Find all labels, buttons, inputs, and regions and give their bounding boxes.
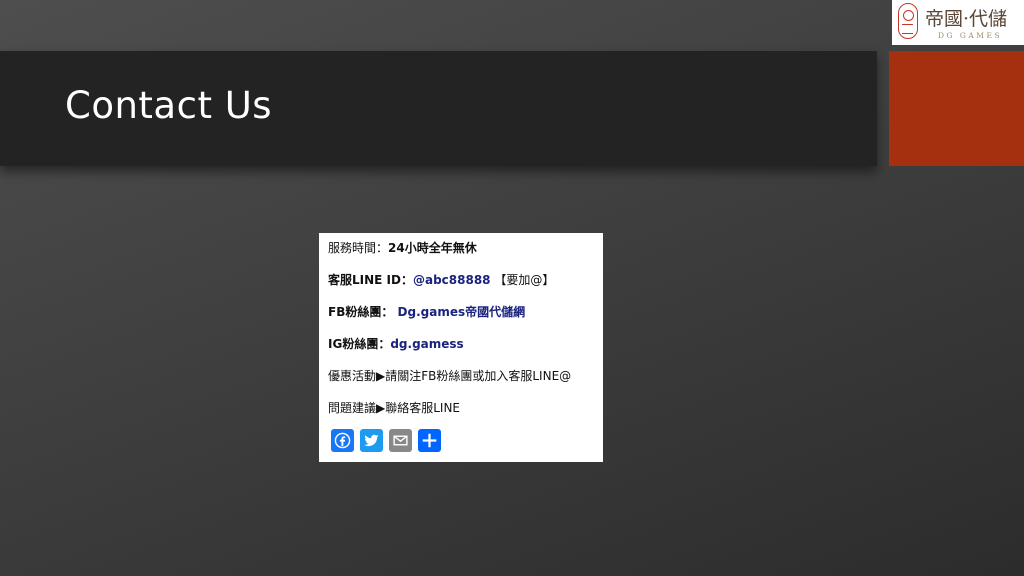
facebook-icon — [334, 432, 351, 449]
email-share-button[interactable] — [389, 429, 412, 452]
ig-page-link[interactable]: dg.gamess — [390, 337, 463, 351]
feedback-line: 問題建議▶聯絡客服LINE — [328, 401, 461, 415]
line-id-note: 【要加@】 — [490, 273, 555, 287]
share-icon — [422, 433, 437, 448]
logo-name: 帝國·代儲 — [925, 8, 1008, 30]
line-id-link[interactable]: @abc88888 — [413, 273, 491, 287]
line-id-line: 客服LINE ID：@abc88888 【要加@】 — [328, 271, 554, 288]
twitter-icon — [364, 434, 379, 447]
seal-icon — [898, 3, 918, 39]
fb-page-label: FB粉絲團： — [328, 305, 398, 319]
facebook-share-button[interactable] — [331, 429, 354, 452]
brand-logo: 帝國·代儲 DG GAMES — [892, 0, 1024, 45]
fb-page-line: FB粉絲團： Dg.games帝國代儲網 — [328, 303, 525, 320]
ig-page-label: IG粉絲團： — [328, 337, 391, 351]
share-more-button[interactable] — [418, 429, 441, 452]
twitter-share-button[interactable] — [360, 429, 383, 452]
ig-page-line: IG粉絲團：dg.gamess — [328, 335, 464, 352]
fb-page-link[interactable]: Dg.games帝國代儲網 — [398, 305, 526, 319]
service-hours-label: 服務時間： — [328, 241, 389, 255]
promotion-line: 優惠活動▶請關注FB粉絲團或加入客服LINE@ — [328, 369, 572, 383]
logo-subtitle: DG GAMES — [938, 31, 1003, 40]
contact-info-card: 服務時間：24小時全年無休 客服LINE ID：@abc88888 【要加@】 … — [319, 233, 603, 462]
share-buttons — [331, 429, 441, 452]
slide-title: Contact Us — [65, 84, 273, 127]
service-hours-value: 24小時全年無休 — [388, 241, 477, 255]
service-hours-line: 服務時間：24小時全年無休 — [328, 239, 477, 256]
email-icon — [393, 435, 408, 446]
accent-block — [889, 51, 1024, 166]
line-id-label: 客服LINE ID： — [328, 273, 413, 287]
